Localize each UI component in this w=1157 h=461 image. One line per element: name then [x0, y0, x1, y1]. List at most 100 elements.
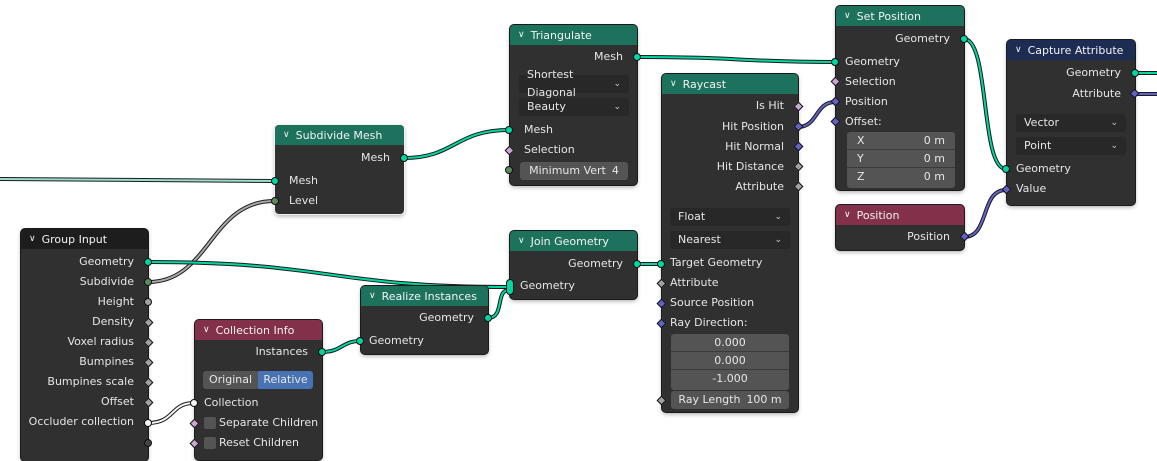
offset-z[interactable]: Z0 m	[847, 168, 955, 186]
node-title: Realize Instances	[381, 289, 477, 303]
socket-group-height[interactable]	[144, 298, 152, 306]
collapse-chevron-icon[interactable]: ∨	[844, 11, 851, 21]
ngon-method-dropdown[interactable]: Beauty ⌄	[519, 98, 629, 116]
collapse-chevron-icon[interactable]: ∨	[670, 79, 677, 89]
output-hit-distance-label: Hit Distance	[716, 160, 784, 173]
transform-space-toggle[interactable]: Original Relative	[203, 371, 313, 389]
node-header[interactable]: ∨ Capture Attribute	[1007, 40, 1135, 60]
link-incoming-mesh	[0, 177, 276, 183]
collapse-chevron-icon[interactable]: ∨	[518, 236, 525, 246]
node-header[interactable]: ∨ Collection Info	[195, 320, 322, 340]
node-capture-attribute[interactable]: ∨ Capture Attribute Geometry Attribute Ve…	[1007, 40, 1135, 205]
ray-length-field[interactable]: Ray Length 100 m	[671, 391, 789, 409]
node-header[interactable]: ∨ Triangulate	[510, 25, 637, 45]
socket-group-occluder-collection[interactable]	[144, 419, 152, 427]
input-target-geometry-label: Target Geometry	[670, 256, 763, 269]
collapse-chevron-icon[interactable]: ∨	[29, 234, 36, 244]
output-voxel-radius-label: Voxel radius	[67, 335, 134, 348]
input-offset-label: Offset:	[845, 115, 882, 128]
ray-direction-x[interactable]: 0.000	[671, 334, 789, 352]
input-ray-direction-label: Ray Direction:	[670, 316, 748, 329]
link-subdivide-triangulate	[402, 128, 511, 160]
socket-collection-input[interactable]	[190, 399, 198, 407]
output-occluder-collection-label: Occluder collection	[28, 415, 134, 428]
output-position-label: Position	[907, 230, 950, 243]
collapse-chevron-icon[interactable]: ∨	[518, 30, 525, 40]
collapse-chevron-icon[interactable]: ∨	[369, 291, 376, 301]
reset-children-checkbox[interactable]	[204, 437, 216, 449]
ray-direction-z[interactable]: -1.000	[671, 370, 789, 388]
socket-realize-geometry-out[interactable]	[484, 314, 492, 322]
socket-subdivide-mesh-in[interactable]	[271, 177, 279, 185]
input-level-label: Level	[289, 194, 319, 207]
collapse-chevron-icon[interactable]: ∨	[283, 130, 290, 140]
data-type-dropdown[interactable]: Float ⌄	[670, 208, 790, 226]
output-instances-label: Instances	[255, 345, 308, 358]
output-hit-position-label: Hit Position	[722, 120, 784, 133]
node-header[interactable]: ∨ Set Position	[836, 6, 964, 26]
offset-x[interactable]: X0 m	[847, 132, 955, 150]
socket-setposition-geometry-in[interactable]	[831, 58, 839, 66]
separate-children-checkbox[interactable]	[204, 417, 216, 429]
option-original[interactable]: Original	[203, 371, 258, 389]
socket-realize-geometry-in[interactable]	[356, 337, 364, 345]
socket-join-geometry-out[interactable]	[633, 260, 641, 268]
offset-y[interactable]: Y0 m	[847, 150, 955, 168]
node-realize-instances[interactable]: ∨ Realize Instances Geometry Geometry	[361, 286, 488, 354]
node-header[interactable]: ∨ Join Geometry	[510, 231, 637, 251]
node-triangulate[interactable]: ∨ Triangulate Mesh Shortest Diagonal ⌄ Bea…	[510, 25, 637, 185]
node-raycast[interactable]: ∨ Raycast Is Hit Hit Position Hit Normal …	[662, 74, 798, 412]
socket-join-geometry-in[interactable]	[506, 279, 514, 295]
output-is-hit-label: Is Hit	[755, 99, 784, 112]
link-realize-join	[486, 288, 511, 320]
socket-subdivide-level[interactable]	[271, 197, 279, 205]
node-title: Capture Attribute	[1027, 43, 1124, 57]
collapse-chevron-icon[interactable]: ∨	[1015, 45, 1022, 55]
collapse-chevron-icon[interactable]: ∨	[844, 210, 851, 220]
output-geometry-label: Geometry	[419, 311, 474, 324]
input-selection-label: Selection	[524, 143, 575, 156]
socket-collection-instances[interactable]	[318, 348, 326, 356]
node-set-position[interactable]: ∨ Set Position Geometry Geometry Selectio…	[836, 6, 964, 190]
chevron-down-icon: ⌄	[613, 102, 621, 112]
minimum-vertices-field[interactable]: Minimum Vert 4	[520, 162, 628, 180]
link-group-join	[146, 260, 511, 289]
node-header[interactable]: ∨ Raycast	[662, 74, 798, 94]
socket-group-empty[interactable]	[144, 439, 152, 447]
socket-subdivide-mesh-out[interactable]	[400, 154, 408, 162]
socket-triangulate-mesh-out[interactable]	[633, 53, 641, 61]
node-title: Raycast	[682, 77, 727, 91]
link-triangulate-setposition	[635, 55, 837, 64]
node-header[interactable]: ∨ Group Input	[21, 229, 148, 249]
ray-direction-vector[interactable]: 0.000 0.000 -1.000	[671, 334, 789, 390]
ray-direction-y[interactable]: 0.000	[671, 352, 789, 370]
offset-vector[interactable]: X0 m Y0 m Z0 m	[847, 132, 955, 188]
node-header[interactable]: ∨ Subdivide Mesh	[275, 125, 404, 145]
output-geometry-label: Geometry	[1066, 66, 1121, 79]
input-position-label: Position	[845, 95, 888, 108]
output-mesh-label: Mesh	[594, 50, 623, 63]
socket-raycast-target-geometry[interactable]	[657, 260, 665, 268]
socket-capture-geometry-in[interactable]	[1002, 165, 1010, 173]
node-group-input[interactable]: ∨ Group Input Geometry Subdivide Height D…	[21, 229, 148, 461]
node-join-geometry[interactable]: ∨ Join Geometry Geometry Geometry	[510, 231, 637, 299]
mapping-dropdown[interactable]: Nearest ⌄	[670, 231, 790, 249]
output-mesh-label: Mesh	[361, 151, 390, 164]
capture-data-type-dropdown[interactable]: Vector ⌄	[1016, 114, 1126, 132]
socket-group-subdivide[interactable]	[144, 278, 152, 286]
option-relative[interactable]: Relative	[258, 371, 313, 389]
node-position[interactable]: ∨ Position Position	[836, 205, 964, 250]
socket-capture-geometry-out[interactable]	[1131, 69, 1139, 77]
node-header[interactable]: ∨ Realize Instances	[361, 286, 488, 306]
collapse-chevron-icon[interactable]: ∨	[203, 325, 210, 335]
socket-triangulate-minvert[interactable]	[505, 166, 513, 174]
socket-triangulate-mesh-in[interactable]	[505, 126, 513, 134]
output-geometry-label: Geometry	[79, 255, 134, 268]
socket-setposition-geometry-out[interactable]	[960, 35, 968, 43]
node-collection-info[interactable]: ∨ Collection Info Instances Original Rela…	[195, 320, 322, 460]
socket-group-geometry[interactable]	[144, 258, 152, 266]
node-subdivide-mesh[interactable]: ∨ Subdivide Mesh Mesh Mesh Level	[275, 125, 404, 214]
capture-domain-dropdown[interactable]: Point ⌄	[1016, 137, 1126, 155]
quad-method-dropdown[interactable]: Shortest Diagonal ⌄	[519, 68, 629, 99]
node-header[interactable]: ∨ Position	[836, 205, 964, 225]
